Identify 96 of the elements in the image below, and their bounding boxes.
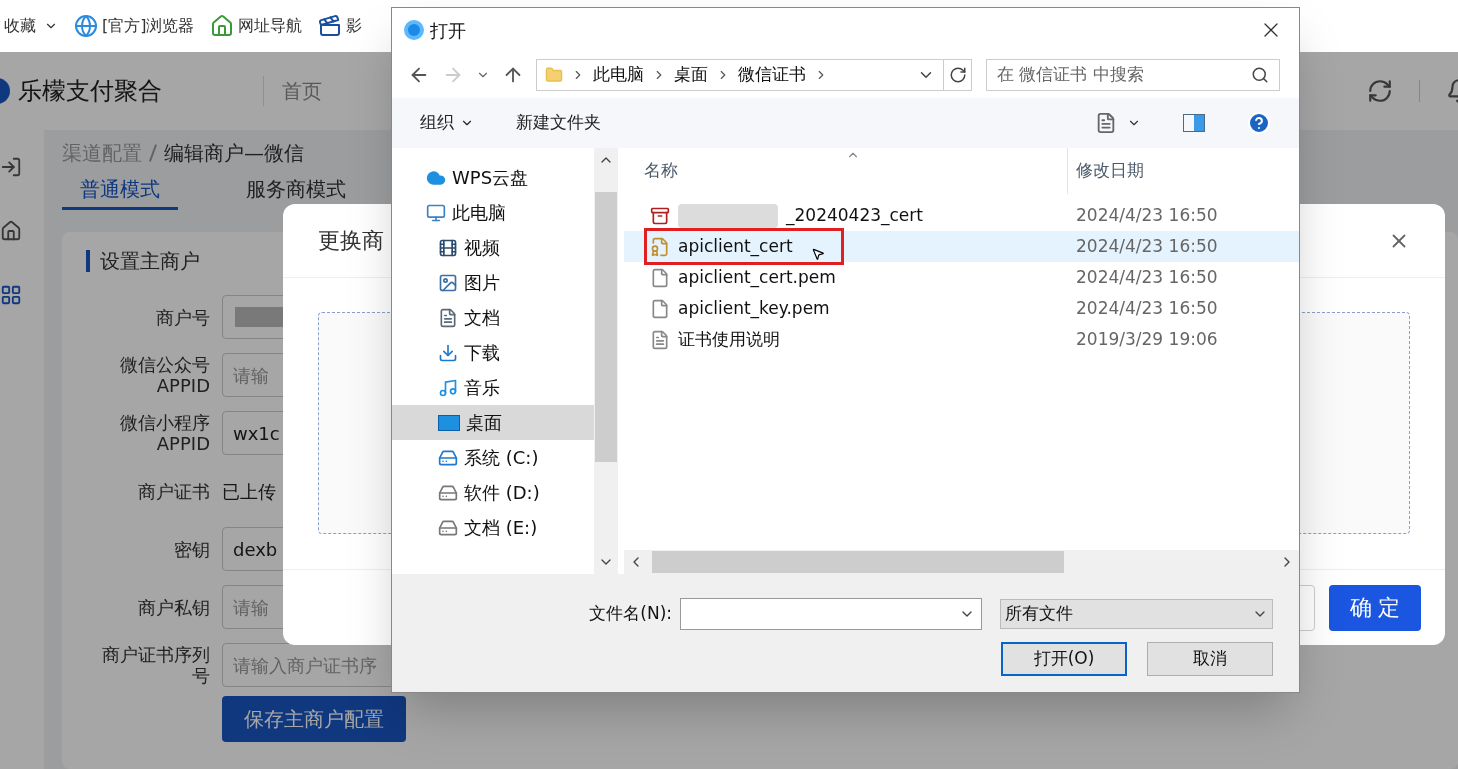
nav-item[interactable]: 文档 (392, 300, 594, 335)
file-date: 2024/4/23 16:50 (1075, 296, 1218, 320)
cancel-button[interactable]: 取消 (1147, 642, 1273, 676)
scroll-thumb[interactable] (595, 192, 617, 462)
nav-item[interactable]: 音乐 (392, 370, 594, 405)
nav-item[interactable]: 图片 (392, 265, 594, 300)
file-icon (650, 298, 670, 319)
nav-item[interactable]: 系统 (C:) (392, 440, 594, 475)
toolbar-button[interactable]: 组织 (420, 110, 474, 136)
arrow-icon[interactable] (0, 156, 22, 178)
address-bar[interactable]: 此电脑 桌面 微信证书 (536, 59, 972, 91)
nav-item[interactable]: 桌面 (392, 405, 594, 440)
file-name: apiclient_cert.pem (678, 265, 836, 290)
field-label: 微信公众号 APPID (119, 354, 210, 396)
file-row[interactable]: apiclient_key.pem 2024/4/23 16:50 (624, 293, 1299, 324)
field-label: 商户证书序列号 (101, 644, 210, 686)
file-date: 2024/4/23 16:50 (1075, 265, 1218, 289)
breadcrumb-separator (149, 144, 157, 162)
modal-title: 更换商 (318, 227, 384, 255)
document-icon (650, 329, 670, 350)
search-icon (1251, 66, 1269, 84)
file-row[interactable]: _20240423_cert 2024/4/23 16:50 (624, 200, 1299, 231)
film-icon (318, 14, 343, 38)
horizontal-scrollbar[interactable] (624, 550, 1299, 574)
nav-item[interactable]: 文档 (E:) (392, 510, 594, 545)
nav-item[interactable]: 视频 (392, 230, 594, 265)
filename-field[interactable] (680, 598, 982, 630)
file-row[interactable]: apiclient_cert 2024/4/23 16:50 (624, 231, 1299, 262)
file-type-select[interactable]: 所有文件 (1000, 599, 1273, 629)
file-name: _20240423_cert (786, 203, 923, 228)
monitor-icon (426, 202, 446, 223)
file-date: 2019/3/29 19:06 (1075, 327, 1218, 351)
file-name: apiclient_cert (678, 234, 793, 259)
nav-item[interactable]: 此电脑 (392, 195, 594, 230)
field-value: 已上传 (222, 479, 276, 504)
file-name: 证书使用说明 (678, 327, 780, 351)
brand-name: 乐檬支付聚合 (18, 76, 163, 107)
mode-tab[interactable]: 服务商模式 (228, 170, 364, 210)
field-label: 商户号 (155, 306, 210, 328)
bookmark[interactable]: 网址导航 (210, 14, 303, 38)
section-title: 设置主商户 (100, 248, 200, 275)
toolbar-button[interactable]: 新建文件夹 (516, 110, 601, 136)
archive-icon (650, 205, 670, 226)
preview-pane-icon[interactable] (1183, 114, 1205, 132)
film-icon (438, 237, 458, 258)
file-type-value: 所有文件 (1005, 602, 1074, 626)
cursor-icon (810, 246, 825, 261)
grid-icon[interactable] (0, 284, 22, 306)
download-icon (438, 342, 458, 363)
scroll-thumb[interactable] (652, 551, 1064, 573)
field-label: 商户证书 (137, 480, 210, 502)
column-header[interactable]: 修改日期 (1068, 148, 1144, 194)
logo-icon (0, 78, 10, 104)
bookmark[interactable]: [官方]浏览器 (74, 14, 195, 38)
browser-icon (74, 14, 98, 38)
nav-item[interactable]: WPS云盘 (392, 160, 594, 195)
browser-logo-icon (404, 20, 424, 40)
bookmark[interactable]: 影 (318, 14, 363, 38)
document-icon (438, 307, 458, 328)
help-icon[interactable] (1247, 111, 1271, 135)
breadcrumb-item: 编辑商户—微信 (164, 140, 304, 167)
vertical-scrollbar[interactable] (594, 148, 618, 574)
field-label: 密钥 (173, 538, 210, 560)
file-name: apiclient_key.pem (678, 296, 830, 321)
folder-icon (545, 66, 563, 84)
refresh-icon (948, 66, 967, 84)
bookmark[interactable]: 收藏 (4, 14, 58, 38)
confirm-button[interactable]: 确 定 (1329, 584, 1421, 631)
field-label: 商户私钥 (137, 596, 210, 618)
search-placeholder: 在 微信证书 中搜索 (997, 63, 1145, 87)
file-date: 2024/4/23 16:50 (1075, 234, 1218, 258)
house-icon (210, 14, 235, 38)
path-segment[interactable]: 此电脑 (593, 62, 644, 88)
filename-label: 文件名(N): (589, 602, 672, 626)
path-segment[interactable]: 桌面 (674, 62, 708, 88)
path-segment[interactable]: 微信证书 (738, 62, 806, 88)
desktop-icon (438, 414, 460, 431)
home-icon[interactable] (0, 220, 22, 242)
file-row[interactable]: apiclient_cert.pem 2024/4/23 16:50 (624, 262, 1299, 293)
column-header[interactable]: 名称 (624, 148, 1068, 194)
masked-value (235, 307, 285, 327)
certificate-icon (650, 236, 670, 257)
file-row[interactable]: 证书使用说明 2019/3/29 19:06 (624, 324, 1299, 355)
file-icon (650, 267, 670, 288)
file-date: 2024/4/23 16:50 (1075, 203, 1218, 227)
nav-item[interactable]: 软件 (D:) (392, 475, 594, 510)
field-label: 微信小程序 APPID (119, 412, 210, 454)
refresh-icon[interactable] (1367, 78, 1393, 104)
dialog-title: 打开 (430, 18, 466, 43)
search-field[interactable]: 在 微信证书 中搜索 (986, 59, 1280, 91)
music-note-icon (438, 377, 458, 398)
mode-tab[interactable]: 普通模式 (62, 170, 178, 210)
open-button[interactable]: 打开(O) (1001, 642, 1127, 676)
nav-item[interactable]: 下载 (392, 335, 594, 370)
save-button[interactable]: 保存主商户配置 (222, 696, 406, 742)
image-icon (438, 272, 458, 293)
